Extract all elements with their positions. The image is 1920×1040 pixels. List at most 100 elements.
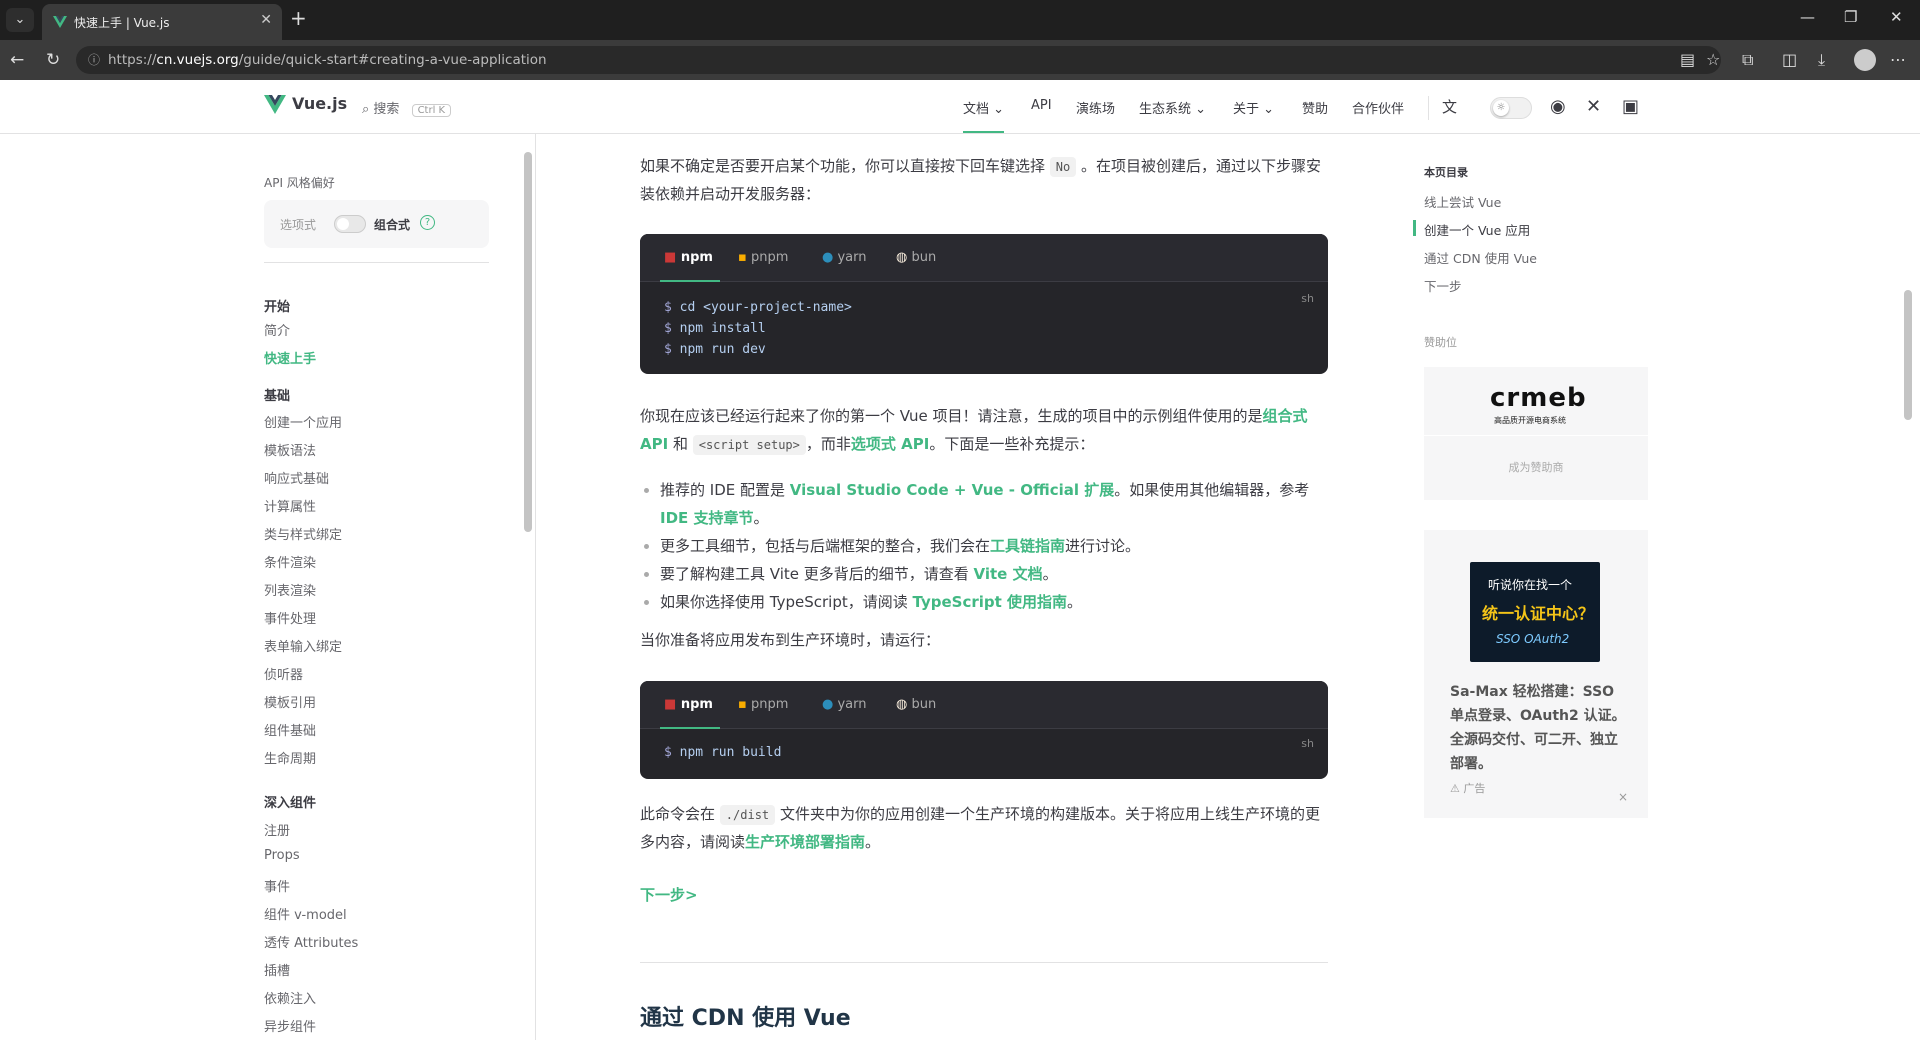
code-block: ■ npm ▪ pnpm ● yarn ◍ bun sh $ cd <your-… [640, 234, 1328, 374]
toc-item[interactable]: 通过 CDN 使用 Vue [1424, 248, 1537, 267]
list-item: 要了解构建工具 Vite 更多背后的细节，请查看 Vite 文档。 [640, 560, 1328, 588]
extensions-icon[interactable]: ⧉ [1742, 50, 1753, 70]
nav-partners[interactable]: 合作伙伴 [1352, 98, 1404, 117]
tab-pnpm[interactable]: ▪ pnpm [738, 697, 788, 712]
site-info-icon[interactable]: ⓘ [88, 46, 100, 74]
section-heading: 通过 CDN 使用 Vue [640, 1006, 851, 1031]
tab-close-icon[interactable]: ✕ [260, 12, 272, 28]
minimize-button[interactable]: — [1800, 8, 1815, 26]
sidebar-item-active[interactable]: 快速上手 [264, 348, 316, 367]
sidebar-item[interactable]: 模板引用 [264, 692, 316, 711]
deployment-guide-link[interactable]: 生产环境部署指南 [745, 833, 865, 851]
ad-image[interactable]: 听说你在找一个 统一认证中心？ SSO OAuth2 [1470, 562, 1600, 662]
tab-npm[interactable]: ■ npm [664, 250, 713, 265]
vite-docs-link[interactable]: Vite 文档 [974, 565, 1043, 583]
discord-icon[interactable]: ▣ [1622, 96, 1639, 117]
reload-icon[interactable]: ↻ [46, 50, 60, 70]
sidebar-item[interactable]: 注册 [264, 820, 290, 839]
sidebar-item[interactable]: 依赖注入 [264, 988, 316, 1007]
sidebar-item[interactable]: 表单输入绑定 [264, 636, 342, 655]
api-pref-toggle[interactable] [334, 215, 366, 233]
site-logo[interactable]: Vue.js [264, 94, 347, 115]
downloads-icon[interactable]: ⤓ [1818, 50, 1825, 70]
sidebar-item[interactable]: 列表渲染 [264, 580, 316, 599]
translate-icon[interactable]: 文 [1442, 96, 1457, 117]
more-menu-icon[interactable]: ⋯ [1890, 50, 1906, 69]
code-line: $ npm install [664, 321, 766, 336]
tab-bun[interactable]: ◍ bun [896, 697, 936, 712]
sidebar-item[interactable]: 组件 v-model [264, 904, 347, 923]
sidebar-item[interactable]: 条件渲染 [264, 552, 316, 571]
sidebar-divider [264, 262, 489, 263]
split-screen-icon[interactable]: ◫ [1782, 50, 1797, 69]
sidebar-item[interactable]: 生命周期 [264, 748, 316, 767]
sidebar-item[interactable]: 组件基础 [264, 720, 316, 739]
typescript-guide-link[interactable]: TypeScript 使用指南 [913, 593, 1068, 611]
sidebar-scrollbar[interactable] [524, 152, 532, 532]
sidebar-item[interactable]: 事件 [264, 876, 290, 895]
ide-support-link[interactable]: IDE 支持章节 [660, 509, 754, 527]
page-scrollbar[interactable] [1904, 290, 1912, 420]
sidebar-item[interactable]: 响应式基础 [264, 468, 329, 487]
paragraph: 你现在应该已经运行起来了你的第一个 Vue 项目！请注意，生成的项目中的示例组件… [640, 402, 1328, 458]
back-arrow-icon[interactable]: ← [10, 50, 24, 70]
profile-avatar[interactable] [1854, 49, 1876, 71]
sidebar-item[interactable]: 简介 [264, 320, 290, 339]
ad-image-text: 听说你在找一个 [1488, 578, 1573, 592]
toc-item-active[interactable]: 创建一个 Vue 应用 [1424, 220, 1530, 239]
tab-bun[interactable]: ◍ bun [896, 250, 936, 265]
sidebar-section-title: 基础 [264, 389, 291, 404]
close-window-button[interactable]: ✕ [1890, 8, 1903, 26]
sidebar-item[interactable]: 插槽 [264, 960, 290, 979]
page: Vue.js ⌕ 搜索 Ctrl K 文档 ⌄ API 演练场 生态系统 ⌄ 关… [0, 80, 1920, 1040]
theme-toggle[interactable]: ☼ [1490, 97, 1532, 119]
tab-yarn[interactable]: ● yarn [822, 697, 867, 712]
ad-card[interactable]: 听说你在找一个 统一认证中心？ SSO OAuth2 Sa-Max 轻松搭建：S… [1424, 530, 1648, 818]
next-step-link[interactable]: 下一步> [640, 884, 698, 905]
url-bar[interactable]: ⓘ https://cn.vuejs.org/guide/quick-start… [76, 46, 1721, 74]
pref-options-label[interactable]: 选项式 [280, 216, 316, 233]
sidebar-item[interactable]: 计算属性 [264, 496, 316, 515]
code-tabs: ■ npm ▪ pnpm ● yarn ◍ bun [640, 234, 1328, 282]
tooling-guide-link[interactable]: 工具链指南 [990, 537, 1065, 555]
sidebar-item[interactable]: Props [264, 848, 300, 863]
toc-title: 本页目录 [1424, 166, 1468, 179]
become-sponsor-link[interactable]: 成为赞助商 [1424, 436, 1648, 500]
new-tab-button[interactable]: + [290, 8, 307, 28]
sidebar-item[interactable]: 侦听器 [264, 664, 303, 683]
nav-playground[interactable]: 演练场 [1076, 98, 1115, 117]
toc-item[interactable]: 线上尝试 Vue [1424, 192, 1501, 211]
sidebar-item[interactable]: 类与样式绑定 [264, 524, 342, 543]
sidebar-item[interactable]: 异步组件 [264, 1016, 316, 1035]
toc-item[interactable]: 下一步 [1424, 276, 1462, 295]
nav-sponsor[interactable]: 赞助 [1302, 98, 1328, 117]
tab-npm[interactable]: ■ npm [664, 697, 713, 712]
nav-ecosystem[interactable]: 生态系统 ⌄ [1139, 98, 1206, 117]
restore-button[interactable]: ❐ [1844, 8, 1857, 26]
options-api-link[interactable]: 选项式 API [851, 435, 929, 453]
ad-close-icon[interactable]: × [1618, 790, 1628, 804]
favorite-star-icon[interactable]: ☆ [1706, 50, 1720, 69]
ad-description[interactable]: Sa-Max 轻松搭建：SSO 单点登录、OAuth2 认证。全源码交付、可二开… [1450, 680, 1628, 776]
tab-pnpm[interactable]: ▪ pnpm [738, 250, 788, 265]
help-icon[interactable]: ? [420, 215, 435, 230]
list-item: 如果你选择使用 TypeScript，请阅读 TypeScript 使用指南。 [640, 588, 1328, 616]
reader-mode-icon[interactable]: ▤ [1680, 50, 1695, 69]
nav-api[interactable]: API [1031, 98, 1052, 113]
tab-yarn[interactable]: ● yarn [822, 250, 867, 265]
sponsor-logo[interactable]: crmeb 高品质开源电商系统 [1424, 367, 1648, 435]
sidebar-item[interactable]: 模板语法 [264, 440, 316, 459]
tab-list-button[interactable]: ⌄ [6, 8, 34, 32]
nav-docs[interactable]: 文档 ⌄ [963, 98, 1005, 133]
browser-tab[interactable]: 快速上手 | Vue.js ✕ [42, 4, 282, 40]
search-button[interactable]: ⌕ 搜索 Ctrl K [362, 98, 452, 117]
nav-about[interactable]: 关于 ⌄ [1233, 98, 1274, 117]
github-icon[interactable]: ◉ [1550, 96, 1566, 117]
pref-composition-label[interactable]: 组合式 [374, 216, 410, 233]
sidebar-item[interactable]: 透传 Attributes [264, 932, 358, 951]
sidebar-item[interactable]: 创建一个应用 [264, 412, 342, 431]
active-tab-underline [660, 280, 720, 282]
x-twitter-icon[interactable]: ✕ [1586, 96, 1601, 117]
sidebar-item[interactable]: 事件处理 [264, 608, 316, 627]
vscode-link[interactable]: Visual Studio Code + Vue - Official 扩展 [790, 481, 1114, 499]
